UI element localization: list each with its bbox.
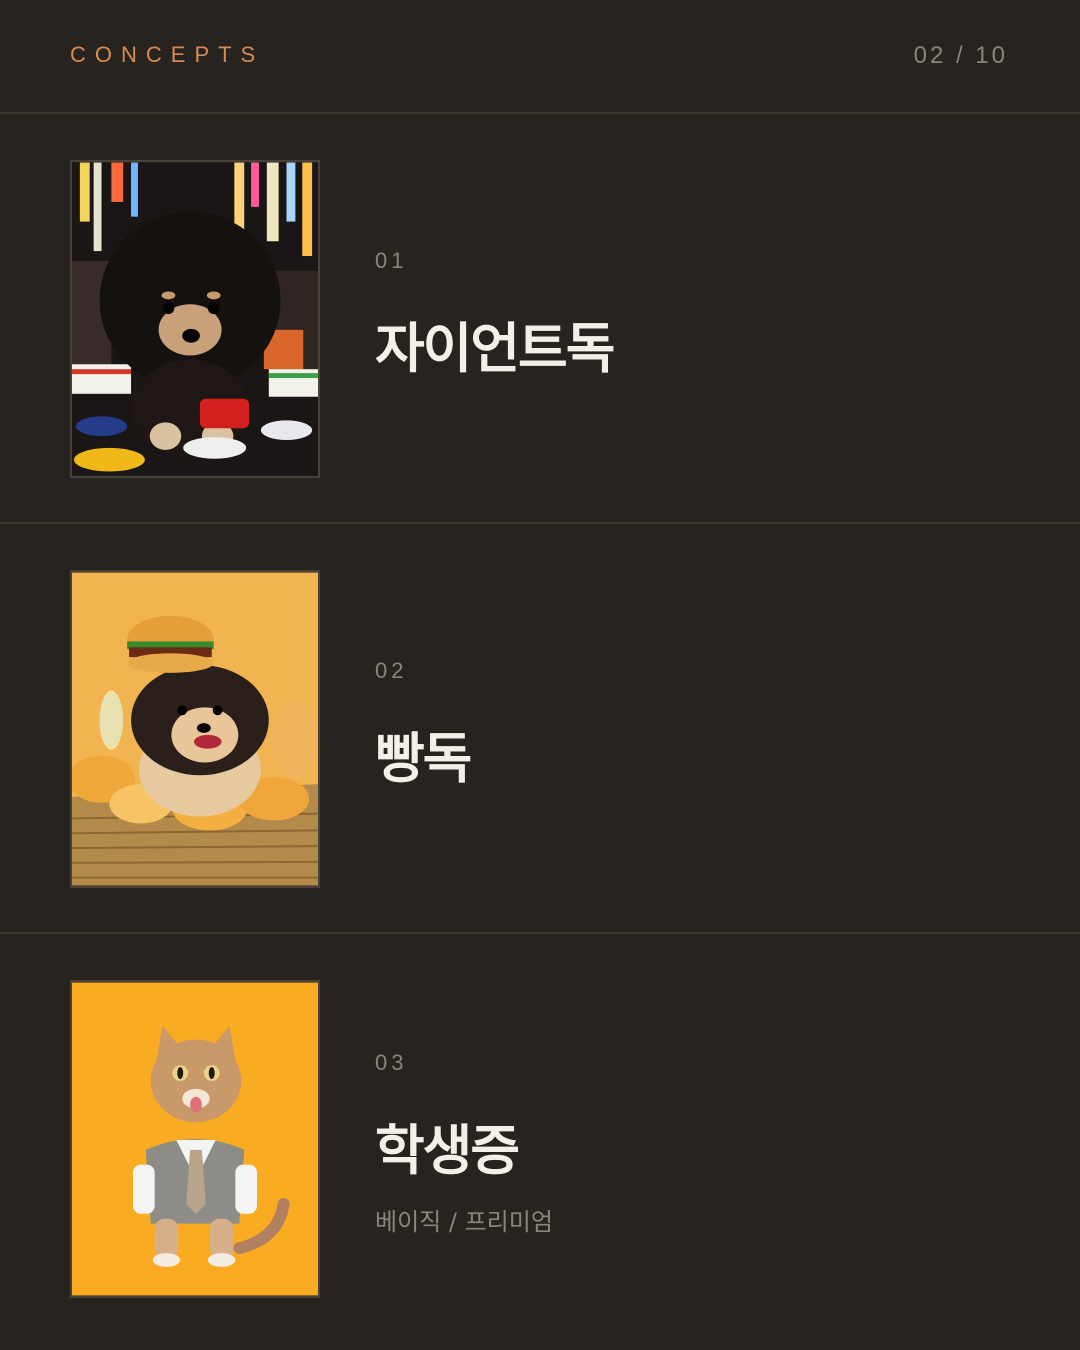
header: CONCEPTS 02 / 10 — [0, 0, 1080, 114]
concept-title[interactable]: 학생증 — [375, 1106, 520, 1185]
concept-number: 02 — [375, 658, 408, 683]
bread-dog-image — [72, 572, 318, 886]
concept-thumbnail-student-cat[interactable] — [70, 980, 320, 1298]
concept-number: 01 — [375, 248, 408, 273]
brand-label: CONCEPTS — [70, 42, 265, 67]
concept-title[interactable]: 빵독 — [375, 714, 472, 793]
concept-thumbnail-giant-dog[interactable] — [70, 160, 320, 478]
page-indicator: 02 / 10 — [913, 42, 1008, 69]
concept-title[interactable]: 자이언트독 — [375, 304, 615, 383]
concept-item[interactable]: 02 빵독 — [0, 524, 1080, 934]
concept-thumbnail-bread-dog[interactable] — [70, 570, 320, 888]
concept-number: 03 — [375, 1050, 408, 1075]
concept-subtitle: 베이직 / 프리미엄 — [375, 1208, 553, 1236]
student-cat-image — [72, 982, 318, 1296]
concept-item[interactable]: 03 학생증 베이직 / 프리미엄 — [0, 934, 1080, 1344]
concept-item[interactable]: 01 자이언트독 — [0, 114, 1080, 524]
giant-dog-image — [72, 162, 318, 476]
